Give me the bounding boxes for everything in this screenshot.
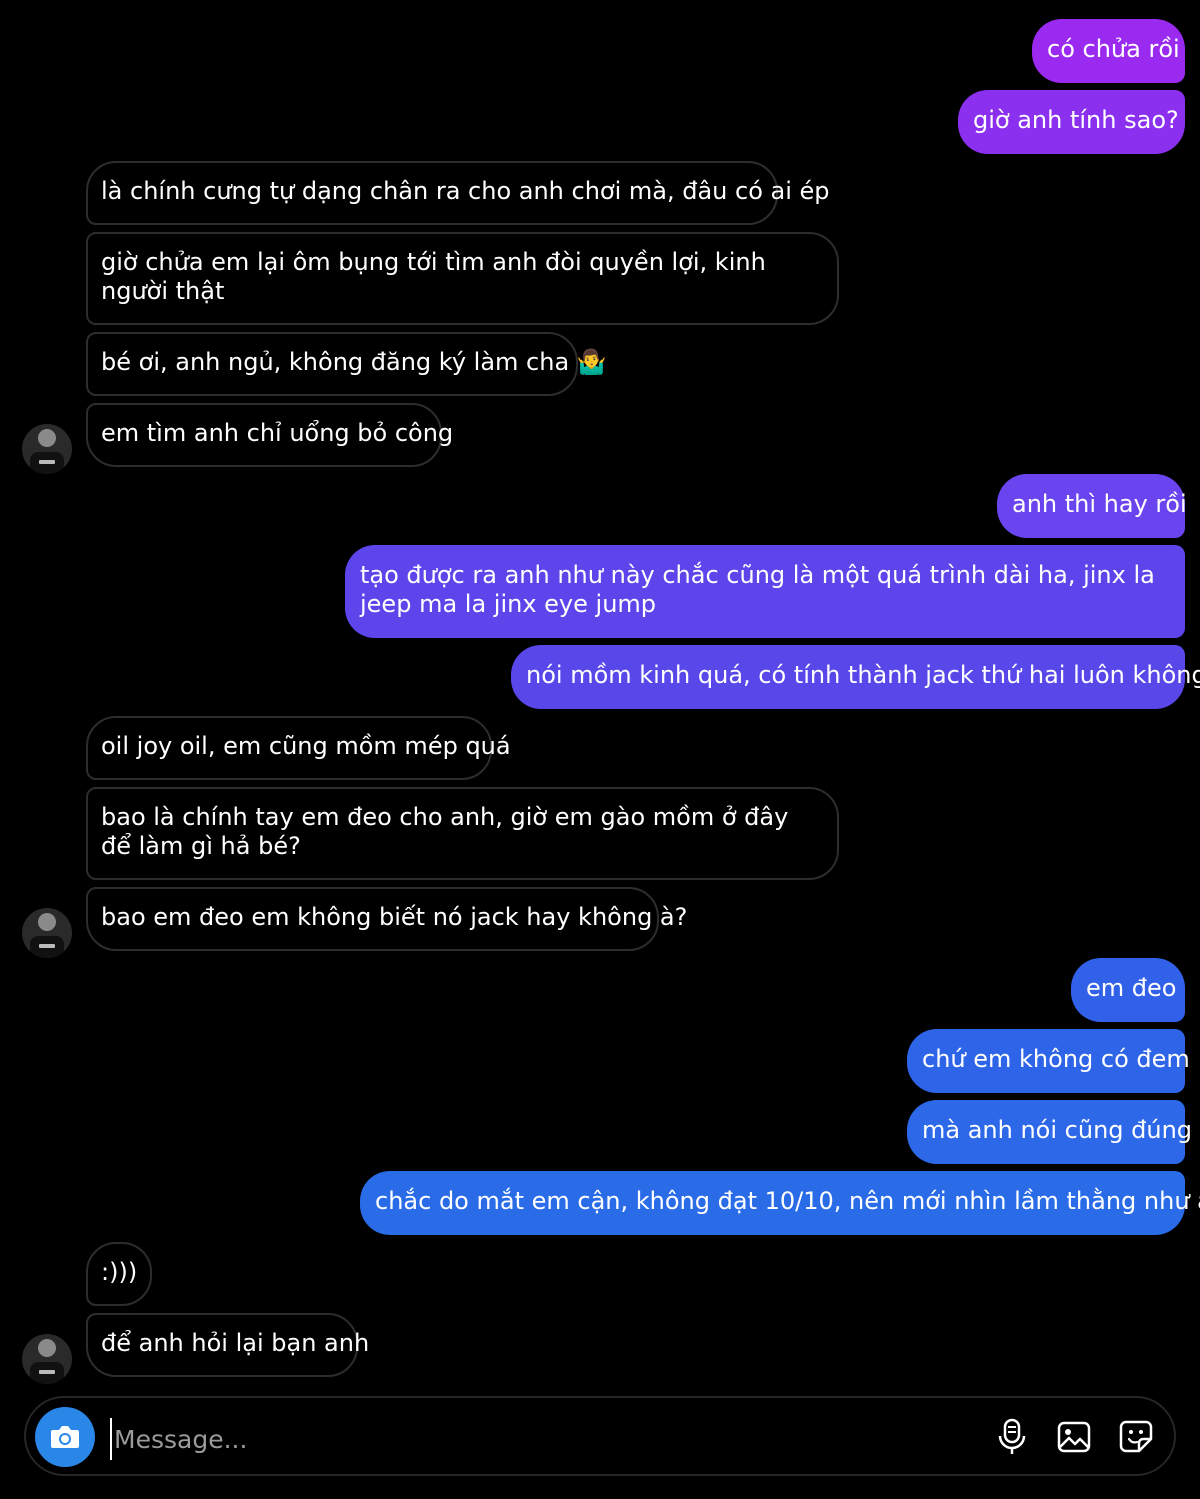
message-input[interactable]	[110, 1418, 876, 1460]
camera-button[interactable]	[35, 1407, 95, 1467]
avatar[interactable]	[22, 908, 72, 958]
message-bubble-incoming[interactable]: :)))	[86, 1242, 152, 1306]
avatar[interactable]	[22, 424, 72, 474]
message-bubble-outgoing[interactable]: nói mồm kinh quá, có tính thành jack thứ…	[511, 645, 1200, 709]
message-bubble-outgoing[interactable]: tạo được ra anh như này chắc cũng là một…	[345, 545, 1185, 638]
message-bubble-outgoing[interactable]: anh thì hay rồi	[997, 474, 1187, 538]
message-bubble-incoming[interactable]: bao là chính tay em đeo cho anh, giờ em …	[86, 787, 839, 880]
gallery-icon[interactable]	[1056, 1418, 1092, 1456]
message-bubble-incoming[interactable]: giờ chửa em lại ôm bụng tới tìm anh đòi …	[86, 232, 839, 325]
message-bubble-incoming[interactable]: là chính cưng tự dạng chân ra cho anh ch…	[86, 161, 830, 225]
message-bubble-outgoing[interactable]: chứ em không có đem	[907, 1029, 1190, 1093]
message-bubble-incoming[interactable]: oil joy oil, em cũng mồm mép quá	[86, 716, 511, 780]
sticker-icon[interactable]	[1118, 1418, 1154, 1456]
avatar[interactable]	[22, 1334, 72, 1384]
message-bubble-outgoing[interactable]: chắc do mắt em cận, không đạt 10/10, nên…	[360, 1171, 1200, 1235]
camera-icon	[51, 1426, 79, 1448]
message-bubble-incoming[interactable]: bao em đeo em không biết nó jack hay khô…	[86, 887, 687, 951]
chat-screen: có chửa rồi giờ anh tính sao? là chính c…	[0, 0, 1200, 1499]
message-bubble-outgoing[interactable]: có chửa rồi	[1032, 19, 1185, 83]
message-bubble-incoming[interactable]: em tìm anh chỉ uổng bỏ công	[86, 403, 453, 467]
message-bubble-incoming[interactable]: bé ơi, anh ngủ, không đăng ký làm cha 🤷‍…	[86, 332, 607, 396]
message-composer	[24, 1396, 1176, 1476]
message-bubble-outgoing[interactable]: em đeo	[1071, 958, 1185, 1022]
message-bubble-incoming[interactable]: để anh hỏi lại bạn anh	[86, 1313, 369, 1377]
microphone-icon[interactable]	[994, 1418, 1030, 1456]
message-bubble-outgoing[interactable]: mà anh nói cũng đúng	[907, 1100, 1192, 1164]
message-bubble-outgoing[interactable]: giờ anh tính sao?	[958, 90, 1185, 154]
